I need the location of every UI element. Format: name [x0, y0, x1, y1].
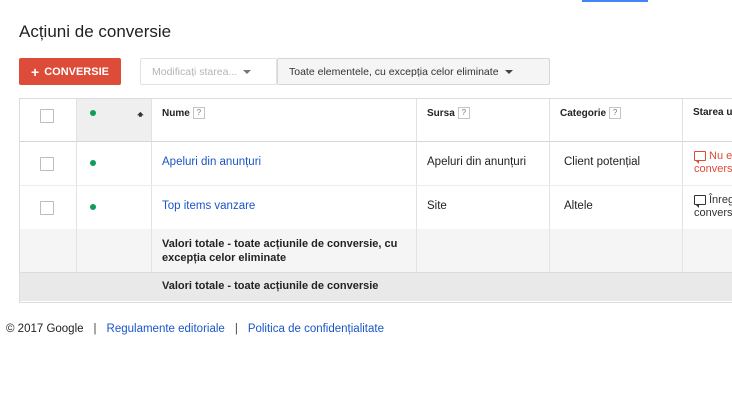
- row-checkbox[interactable]: [40, 157, 54, 171]
- row-state-cell: Înreg conversi: [683, 186, 732, 229]
- status-enabled-icon: [90, 204, 96, 210]
- status-dot-icon: [90, 110, 96, 116]
- row-source-cell: Apeluri din anunțuri: [417, 142, 550, 185]
- conversions-table: 🠹 Nume? Sursa? Categorie? Starea u Apelu…: [19, 98, 732, 303]
- comment-bubble-icon: [694, 195, 706, 209]
- row-status-cell: [77, 186, 152, 229]
- comment-bubble-icon: [694, 151, 706, 165]
- state-line1: Înreg: [709, 194, 732, 206]
- table-row: Top items vanzare Site Altele Înreg conv…: [20, 186, 732, 230]
- header-category-label: Categorie: [560, 107, 607, 119]
- row-category-cell: Client potențial: [550, 142, 683, 185]
- row-status-cell: [77, 142, 152, 185]
- row-source-cell: Site: [417, 186, 550, 229]
- page-title: Acțiuni de conversie: [19, 22, 172, 41]
- sort-up-arrow-icon[interactable]: 🠹: [137, 106, 144, 125]
- totals-label-cell: Valori totale - toate acțiunile de conve…: [152, 273, 652, 301]
- footer-separator: |: [234, 323, 238, 335]
- header-name-cell[interactable]: Nume?: [152, 99, 417, 141]
- editorial-policy-link[interactable]: Regulamente editoriale: [107, 323, 225, 335]
- conversion-name-link[interactable]: Top items vanzare: [162, 200, 255, 212]
- totals-label: Valori totale - toate acțiunile de conve…: [162, 280, 379, 292]
- chevron-down-icon: [243, 69, 252, 74]
- footer-separator: |: [93, 323, 97, 335]
- add-conversion-label: CONVERSIE: [44, 65, 109, 78]
- header-checkbox-cell: [20, 99, 77, 141]
- header-state-label: Starea u: [693, 107, 732, 118]
- totals-label-cell: Valori totale - toate acțiunile de conve…: [152, 229, 417, 272]
- row-name-cell: Apeluri din anunțuri: [152, 142, 417, 185]
- header-state-cell[interactable]: Starea u: [683, 99, 732, 141]
- conversion-source: Site: [427, 200, 447, 212]
- conversion-category: Altele: [564, 200, 593, 212]
- header-name-label: Nume: [162, 107, 190, 119]
- table-header-row: 🠹 Nume? Sursa? Categorie? Starea u: [20, 99, 732, 142]
- row-checkbox-cell: [20, 142, 77, 185]
- row-category-cell: Altele: [550, 186, 683, 229]
- table-row: Apeluri din anunțuri Apeluri din anunțur…: [20, 142, 732, 186]
- conversion-state: Înreg conversi: [694, 194, 732, 220]
- filter-dropdown[interactable]: Toate elementele, cu excepția celor elim…: [277, 58, 550, 85]
- totals-row: Valori totale - toate acțiunile de conve…: [20, 273, 732, 301]
- totals-row: Valori totale - toate acțiunile de conve…: [20, 229, 732, 273]
- conversion-source: Apeluri din anunțuri: [427, 156, 527, 168]
- active-tab-indicator: [582, 0, 648, 2]
- chevron-down-icon: [504, 69, 513, 74]
- totals-empty-cell: [550, 229, 683, 272]
- totals-empty-cell: [20, 229, 77, 272]
- status-enabled-icon: [90, 160, 96, 166]
- totals-empty-cell: [683, 229, 732, 272]
- state-line2: conversi: [694, 207, 732, 219]
- row-checkbox[interactable]: [40, 201, 54, 215]
- add-conversion-button[interactable]: + CONVERSIE: [19, 58, 121, 85]
- copyright: © 2017 Google: [6, 323, 84, 335]
- totals-empty-cell: [417, 229, 550, 272]
- header-category-cell[interactable]: Categorie?: [550, 99, 683, 141]
- privacy-policy-link[interactable]: Politica de confidențialitate: [248, 323, 384, 335]
- totals-empty-cell: [77, 229, 152, 272]
- change-status-label: Modificați starea...: [152, 65, 238, 78]
- header-source-label: Sursa: [427, 107, 455, 119]
- conversion-state: Nu e convers: [694, 150, 732, 176]
- help-icon[interactable]: ?: [192, 107, 205, 119]
- state-line1: Nu e: [709, 150, 732, 162]
- row-state-cell: Nu e convers: [683, 142, 732, 185]
- row-checkbox-cell: [20, 186, 77, 229]
- totals-label: Valori totale - toate acțiunile de conve…: [162, 238, 398, 264]
- row-name-cell: Top items vanzare: [152, 186, 417, 229]
- change-status-dropdown[interactable]: Modificați starea...: [140, 58, 277, 85]
- plus-icon: +: [31, 63, 40, 80]
- state-line2: convers: [694, 163, 732, 175]
- footer: © 2017 Google | Regulamente editoriale |…: [6, 323, 384, 335]
- header-status-cell[interactable]: 🠹: [77, 99, 152, 141]
- help-icon[interactable]: ?: [457, 107, 470, 119]
- conversion-category: Client potențial: [564, 156, 641, 168]
- filter-label: Toate elementele, cu excepția celor elim…: [289, 65, 499, 78]
- header-source-cell[interactable]: Sursa?: [417, 99, 550, 141]
- conversion-name-link[interactable]: Apeluri din anunțuri: [162, 156, 261, 168]
- select-all-checkbox[interactable]: [40, 109, 54, 123]
- help-icon[interactable]: ?: [609, 107, 622, 119]
